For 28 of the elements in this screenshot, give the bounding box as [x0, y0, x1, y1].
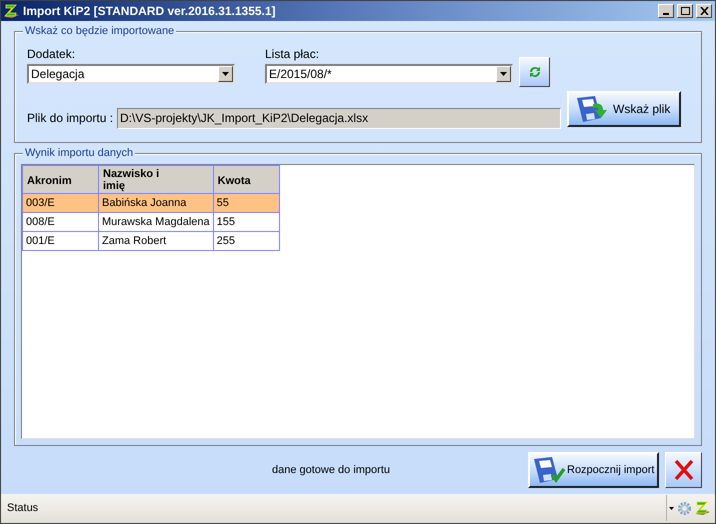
table-row[interactable]: 001/E Zama Robert 255 — [22, 231, 280, 250]
table-cell: Murawska Magdalena — [98, 212, 214, 232]
payroll-dropdown[interactable]: E/2015/08/* — [265, 64, 513, 84]
column-header[interactable]: Akronim — [22, 165, 98, 194]
field-label: Plik do importu : — [27, 110, 114, 128]
column-header[interactable]: Kwota — [213, 165, 280, 194]
table-row[interactable]: 003/E Babińska Joanna 55 — [22, 193, 280, 212]
table-row[interactable]: 008/E Murawska Magdalena 155 — [22, 212, 280, 232]
table-cell: Babińska Joanna — [98, 193, 214, 212]
table-cell: Zama Robert — [98, 231, 214, 250]
field-label: Lista płac: — [265, 46, 320, 61]
browse-button[interactable]: Wskaż plik — [567, 91, 681, 128]
table-cell: 255 — [213, 231, 280, 250]
group-title: Wynik importu danych — [23, 146, 136, 160]
table-cell: 155 — [213, 212, 280, 232]
table-cell: 003/E — [22, 193, 98, 212]
status-message: dane gotowe do importu — [270, 462, 392, 478]
addon-dropdown[interactable]: Delegacja — [27, 64, 235, 84]
field-label: Dodatek: — [27, 46, 76, 61]
status-text: Status — [7, 501, 40, 516]
group-title: Wskaż co będzie importowane — [23, 24, 176, 38]
window-title: Import KiP2 [STANDARD ver.2016.31.1355.1] — [23, 2, 277, 20]
column-header[interactable]: Nazwisko i imię — [98, 165, 214, 194]
table-cell: 001/E — [22, 231, 98, 250]
start-import-button[interactable]: Rozpocznij import — [528, 452, 659, 488]
file-path-field[interactable]: D:\VS-projekty\JK_Import_KiP2\Delegacja.xlsx — [117, 108, 561, 129]
table-cell: 008/E — [22, 212, 98, 232]
table-cell: 55 — [213, 193, 280, 212]
